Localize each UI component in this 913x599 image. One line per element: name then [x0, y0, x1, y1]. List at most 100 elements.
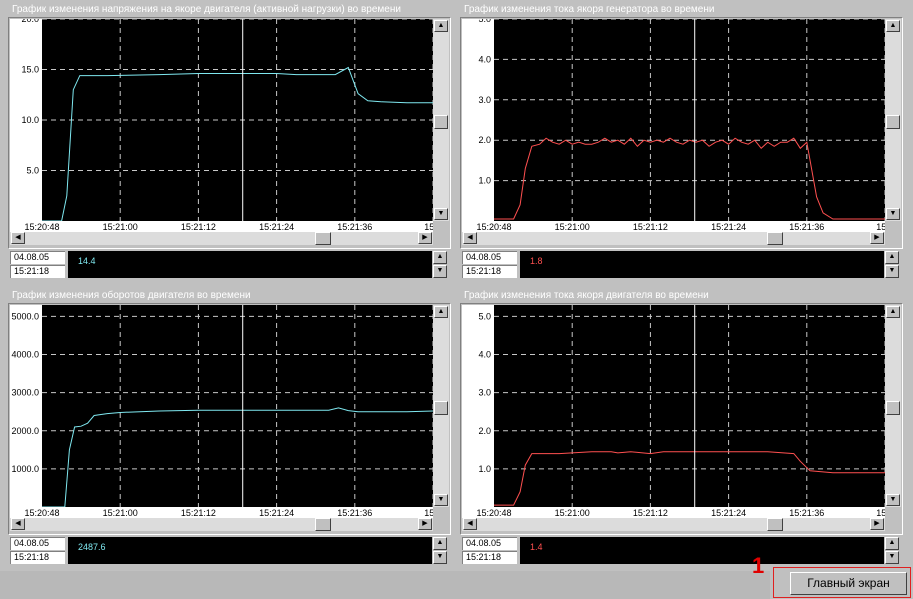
x-tick-label: 15:20:48 — [476, 508, 511, 518]
vertical-scrollbar[interactable]: ▲ ▼ — [433, 19, 449, 221]
x-tick-label: 15:21:24 — [711, 508, 746, 518]
time-field: 15:21:18 — [462, 551, 517, 564]
scroll-down-button[interactable]: ▼ — [886, 494, 900, 506]
vertical-scrollbar[interactable]: ▲ ▼ — [885, 19, 901, 221]
spinner-up-button[interactable]: ▲ — [433, 251, 447, 264]
vertical-scroll-thumb[interactable] — [434, 401, 448, 415]
y-axis: 5000.0 4000.0 3000.0 2000.0 1000.0 — [10, 305, 42, 507]
value-spinner[interactable]: ▲ ▼ — [432, 537, 448, 564]
y-tick-label: 4.0 — [478, 54, 491, 64]
y-tick-label: 1000.0 — [11, 464, 39, 474]
series-line — [42, 66, 433, 221]
current-value: 14.4 — [78, 256, 96, 266]
chart-plot — [494, 19, 885, 221]
time-field: 15:21:18 — [10, 551, 65, 564]
y-tick-label: 4000.0 — [11, 350, 39, 360]
current-value: 1.8 — [530, 256, 543, 266]
scroll-left-button[interactable]: ◀ — [11, 232, 25, 244]
vertical-scrollbar[interactable]: ▲ ▼ — [885, 305, 901, 507]
vertical-scroll-thumb[interactable] — [886, 401, 900, 415]
y-tick-label: 3.0 — [478, 388, 491, 398]
spinner-up-button[interactable]: ▲ — [433, 537, 447, 550]
scroll-right-button[interactable]: ▶ — [870, 232, 884, 244]
x-tick-label: 15:21:12 — [633, 222, 668, 232]
chart-plot — [494, 305, 885, 507]
scroll-left-button[interactable]: ◀ — [463, 518, 477, 530]
y-tick-label: 2.0 — [478, 426, 491, 436]
spinner-down-button[interactable]: ▼ — [433, 551, 447, 564]
time-field: 15:21:18 — [10, 265, 65, 278]
panel-title: График изменения тока якоря генератора в… — [464, 4, 715, 15]
x-tick-label: 15:21:36 — [789, 222, 824, 232]
main-screen-button[interactable]: Главный экран — [790, 572, 907, 595]
spinner-up-button[interactable]: ▲ — [885, 251, 899, 264]
panel-title: График изменения оборотов двигателя во в… — [12, 290, 251, 301]
x-tick-label: 15:21:36 — [337, 222, 372, 232]
vertical-scroll-thumb[interactable] — [886, 115, 900, 129]
date-field: 04.08.05 — [462, 251, 517, 264]
horizontal-scroll-thumb[interactable] — [767, 232, 783, 245]
value-spinner[interactable]: ▲ ▼ — [884, 537, 900, 564]
value-spinner[interactable]: ▲ ▼ — [432, 251, 448, 278]
horizontal-scrollbar[interactable]: ◀ ▶ — [462, 518, 885, 531]
y-axis: 5.0 4.0 3.0 2.0 1.0 — [462, 305, 494, 507]
x-tick-label: 15:21:36 — [337, 508, 372, 518]
horizontal-scroll-thumb[interactable] — [315, 518, 331, 531]
y-tick-label: 10.0 — [21, 115, 39, 125]
scroll-down-button[interactable]: ▼ — [434, 208, 448, 220]
date-field: 04.08.05 — [10, 537, 65, 550]
panel-title: График изменения напряжения на якоре дви… — [12, 4, 401, 15]
chart-plot — [42, 305, 433, 507]
spinner-down-button[interactable]: ▼ — [433, 265, 447, 278]
panel-motor-current: График изменения тока якоря двигателя во… — [458, 289, 904, 571]
series-line — [494, 451, 885, 506]
y-tick-label: 1.0 — [478, 176, 491, 186]
x-tick-label: 15:21:00 — [555, 508, 590, 518]
x-tick-label: 15:21:00 — [103, 222, 138, 232]
value-display: 1.4 — [520, 537, 884, 564]
x-axis: 15:20:48 15:21:00 15:21:12 15:21:24 15:21:36… — [10, 507, 442, 518]
x-tick-label: 15:21:24 — [259, 508, 294, 518]
horizontal-scrollbar[interactable]: ◀ ▶ — [10, 232, 433, 245]
scroll-left-button[interactable]: ◀ — [463, 232, 477, 244]
horizontal-scroll-thumb[interactable] — [767, 518, 783, 531]
scroll-down-button[interactable]: ▼ — [434, 494, 448, 506]
y-tick-label: 5.0 — [478, 19, 491, 24]
horizontal-scrollbar[interactable]: ◀ ▶ — [462, 232, 885, 245]
x-axis: 15:20:48 15:21:00 15:21:12 15:21:24 15:21:36… — [462, 507, 894, 518]
scroll-up-button[interactable]: ▲ — [434, 20, 448, 32]
scroll-up-button[interactable]: ▲ — [886, 306, 900, 318]
y-axis: 5.0 4.0 3.0 2.0 1.0 — [462, 14, 494, 221]
vertical-scroll-thumb[interactable] — [434, 115, 448, 129]
y-tick-label: 1.0 — [478, 464, 491, 474]
scroll-right-button[interactable]: ▶ — [418, 518, 432, 530]
y-axis: 20.0 15.0 10.0 5.0 — [10, 14, 42, 221]
x-tick-label: 15:2 — [876, 222, 885, 232]
horizontal-scrollbar[interactable]: ◀ ▶ — [10, 518, 433, 531]
spinner-up-button[interactable]: ▲ — [885, 537, 899, 550]
value-spinner[interactable]: ▲ ▼ — [884, 251, 900, 278]
vertical-scrollbar[interactable]: ▲ ▼ — [433, 305, 449, 507]
series-line — [494, 137, 885, 220]
series-line — [42, 407, 433, 507]
scroll-corner — [885, 221, 901, 245]
scroll-up-button[interactable]: ▲ — [434, 306, 448, 318]
horizontal-scroll-thumb[interactable] — [315, 232, 331, 245]
scroll-left-button[interactable]: ◀ — [11, 518, 25, 530]
y-tick-label: 5.0 — [478, 311, 491, 321]
scroll-right-button[interactable]: ▶ — [870, 518, 884, 530]
scroll-right-button[interactable]: ▶ — [418, 232, 432, 244]
y-tick-label: 2000.0 — [11, 426, 39, 436]
value-display: 14.4 — [68, 251, 432, 278]
x-tick-label: 15:21:24 — [259, 222, 294, 232]
x-tick-label: 15:2 — [424, 222, 433, 232]
spinner-down-button[interactable]: ▼ — [885, 551, 899, 564]
status-strip — [0, 571, 770, 599]
x-tick-label: 15:21:36 — [789, 508, 824, 518]
y-tick-label: 3000.0 — [11, 388, 39, 398]
scroll-up-button[interactable]: ▲ — [886, 20, 900, 32]
x-axis: 15:20:48 15:21:00 15:21:12 15:21:24 15:21:36… — [10, 221, 442, 232]
x-tick-label: 15:21:12 — [181, 508, 216, 518]
spinner-down-button[interactable]: ▼ — [885, 265, 899, 278]
scroll-down-button[interactable]: ▼ — [886, 208, 900, 220]
